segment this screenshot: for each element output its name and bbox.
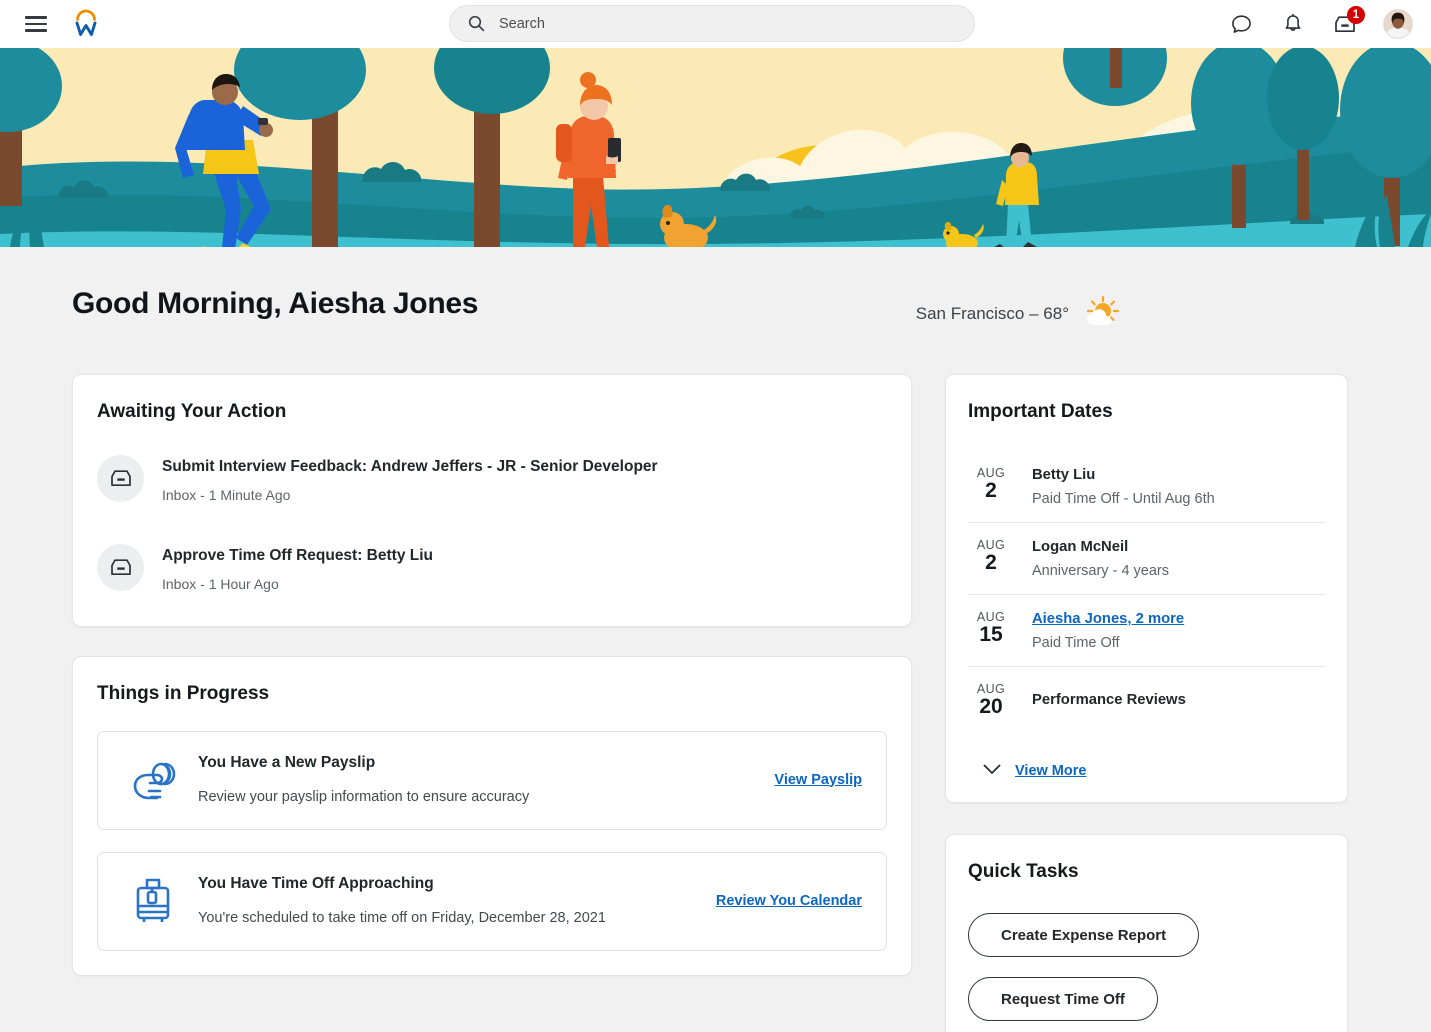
awaiting-task-title: Submit Interview Feedback: Andrew Jeffer…: [162, 458, 658, 476]
awaiting-task-body: Submit Interview Feedback: Andrew Jeffer…: [162, 453, 658, 503]
awaiting-your-action-title: Awaiting Your Action: [97, 401, 887, 423]
progress-item-link-wrap: Review You Calendar: [696, 892, 862, 910]
request-time-off-button[interactable]: Request Time Off: [968, 977, 1158, 1021]
awaiting-task-list: Submit Interview Feedback: Andrew Jeffer…: [97, 453, 887, 592]
important-date-day: 20: [968, 695, 1014, 719]
quick-tasks-card: Quick Tasks Create Expense Report Reques…: [945, 834, 1348, 1032]
progress-item-payslip[interactable]: You Have a New Payslip Review your paysl…: [97, 731, 887, 830]
important-date-row[interactable]: AUG 20 Performance Reviews: [968, 667, 1325, 734]
view-more-link[interactable]: View More: [1015, 763, 1086, 779]
important-date-name-link[interactable]: Aiesha Jones, 2 more: [1032, 611, 1184, 627]
quick-tasks-title: Quick Tasks: [968, 861, 1325, 883]
menu-icon[interactable]: [25, 16, 47, 32]
important-date-month: AUG: [968, 610, 1014, 624]
important-date-day: 15: [968, 623, 1014, 647]
important-date-row[interactable]: AUG 15 Aiesha Jones, 2 more Paid Time Of…: [968, 595, 1325, 667]
search-input[interactable]: [499, 16, 929, 32]
awaiting-task-item[interactable]: Submit Interview Feedback: Andrew Jeffer…: [97, 453, 887, 503]
hero-banner-illustration: [0, 48, 1431, 247]
progress-item-body: You Have a New Payslip Review your paysl…: [184, 754, 754, 805]
important-date-what: Logan McNeil Anniversary - 4 years: [1032, 536, 1169, 579]
weather-text: San Francisco – 68°: [916, 304, 1069, 324]
important-date-row[interactable]: AUG 2 Logan McNeil Anniversary - 4 years: [968, 523, 1325, 595]
awaiting-task-title: Approve Time Off Request: Betty Liu: [162, 547, 433, 565]
important-date-name: Logan McNeil: [1032, 539, 1169, 555]
important-date-subtitle: Paid Time Off: [1032, 635, 1184, 651]
workday-logo-icon[interactable]: [69, 7, 103, 41]
progress-item-title: You Have a New Payslip: [198, 754, 754, 772]
important-date-when: AUG 15: [968, 608, 1014, 651]
top-bar-actions: 1: [1227, 0, 1413, 48]
quick-tasks-list: Create Expense Report Request Time Off: [968, 913, 1325, 1021]
notifications-bell-icon[interactable]: [1279, 10, 1307, 38]
awaiting-task-meta: Inbox - 1 Hour Ago: [162, 576, 433, 592]
search-bar[interactable]: [449, 5, 975, 42]
things-in-progress-list: You Have a New Payslip Review your paysl…: [97, 731, 887, 951]
right-column: Important Dates AUG 2 Betty Liu Paid Tim…: [945, 374, 1348, 1032]
important-date-when: AUG 2: [968, 464, 1014, 507]
inbox-icon: [97, 455, 144, 502]
inbox-icon[interactable]: 1: [1331, 10, 1359, 38]
progress-item-description: You're scheduled to take time off on Fri…: [198, 910, 696, 926]
things-in-progress-card: Things in Progress: [72, 656, 912, 976]
important-dates-card: Important Dates AUG 2 Betty Liu Paid Tim…: [945, 374, 1348, 803]
sun-behind-cloud-icon: [1083, 295, 1121, 332]
important-date-month: AUG: [968, 682, 1014, 696]
left-column: Awaiting Your Action Submit Interview Fe…: [72, 374, 912, 976]
important-dates-list: AUG 2 Betty Liu Paid Time Off - Until Au…: [968, 451, 1325, 734]
important-date-day: 2: [968, 479, 1014, 503]
chevron-down-icon: [983, 762, 1001, 780]
important-date-when: AUG 20: [968, 680, 1014, 719]
important-date-when: AUG 2: [968, 536, 1014, 579]
awaiting-task-meta: Inbox - 1 Minute Ago: [162, 487, 658, 503]
important-date-month: AUG: [968, 538, 1014, 552]
important-date-month: AUG: [968, 466, 1014, 480]
inbox-icon: [97, 544, 144, 591]
things-in-progress-title: Things in Progress: [97, 683, 887, 705]
main-content: Good Morning, Aiesha Jones San Francisco…: [0, 247, 1431, 1032]
important-date-what: Betty Liu Paid Time Off - Until Aug 6th: [1032, 464, 1215, 507]
important-dates-title: Important Dates: [968, 401, 1325, 423]
top-navigation-bar: 1: [0, 0, 1431, 48]
menu-icon-bar: [25, 16, 47, 19]
awaiting-task-item[interactable]: Approve Time Off Request: Betty Liu Inbo…: [97, 542, 887, 592]
progress-item-body: You Have Time Off Approaching You're sch…: [184, 875, 696, 926]
search-box[interactable]: [449, 5, 975, 42]
dashboard-columns: Awaiting Your Action Submit Interview Fe…: [72, 374, 1359, 1032]
important-date-name: Performance Reviews: [1032, 692, 1186, 708]
important-date-subtitle: Anniversary - 4 years: [1032, 563, 1169, 579]
important-date-what: Performance Reviews: [1032, 680, 1186, 719]
greeting-row: Good Morning, Aiesha Jones San Francisco…: [72, 247, 1359, 332]
avatar[interactable]: [1383, 9, 1413, 39]
menu-icon-bar: [25, 29, 47, 32]
progress-item-link-wrap: View Payslip: [754, 771, 862, 789]
important-date-what: Aiesha Jones, 2 more Paid Time Off: [1032, 608, 1184, 651]
progress-item-title: You Have Time Off Approaching: [198, 875, 696, 893]
chat-icon[interactable]: [1227, 10, 1255, 38]
important-date-day: 2: [968, 551, 1014, 575]
awaiting-your-action-card: Awaiting Your Action Submit Interview Fe…: [72, 374, 912, 627]
suitcase-icon: [122, 876, 184, 926]
search-icon: [468, 15, 485, 32]
important-date-row[interactable]: AUG 2 Betty Liu Paid Time Off - Until Au…: [968, 451, 1325, 523]
inbox-badge: 1: [1347, 6, 1365, 24]
review-calendar-link[interactable]: Review You Calendar: [716, 893, 862, 909]
progress-item-description: Review your payslip information to ensur…: [198, 789, 754, 805]
view-payslip-link[interactable]: View Payslip: [774, 772, 862, 788]
view-more-button[interactable]: View More: [983, 762, 1325, 780]
page-title: Good Morning, Aiesha Jones: [72, 287, 478, 321]
menu-icon-bar: [25, 23, 47, 26]
important-date-name: Betty Liu: [1032, 467, 1215, 483]
hand-coins-icon: [122, 756, 184, 804]
important-date-subtitle: Paid Time Off - Until Aug 6th: [1032, 491, 1215, 507]
progress-item-time-off[interactable]: You Have Time Off Approaching You're sch…: [97, 852, 887, 951]
weather-widget: San Francisco – 68°: [916, 287, 1359, 332]
awaiting-task-body: Approve Time Off Request: Betty Liu Inbo…: [162, 542, 433, 592]
create-expense-report-button[interactable]: Create Expense Report: [968, 913, 1199, 957]
